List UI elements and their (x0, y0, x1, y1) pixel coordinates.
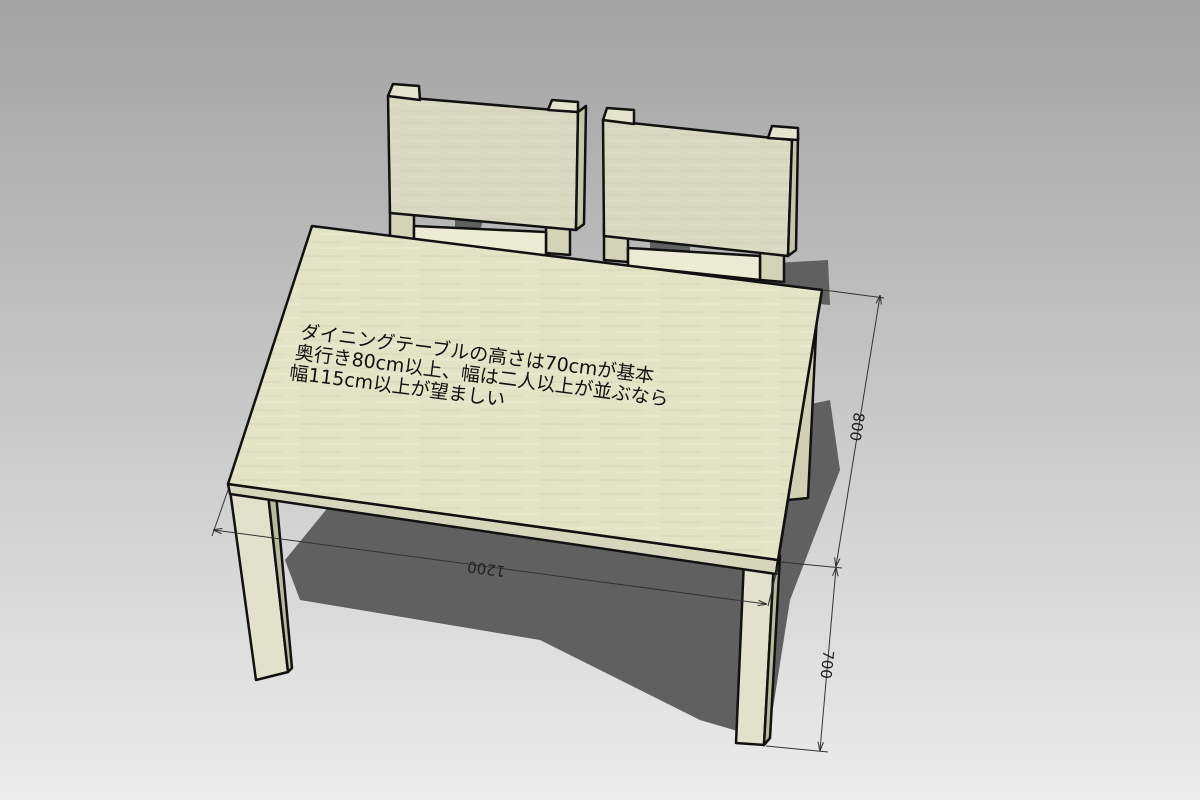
chair-right (601, 106, 800, 284)
chair-left-post-left (386, 82, 422, 102)
table-and-chairs-diagram: ダイニングテーブルの高さは70cmが基本 奥行き80cm以上、幅は二人以上が並ぶ… (0, 0, 1200, 800)
chair-left-back-side (574, 104, 588, 232)
chair-right-post-left (601, 106, 636, 126)
chair-left-post-right (546, 98, 580, 114)
chair-left-back (386, 94, 580, 232)
chair-right-post-right (766, 124, 800, 142)
dimension-height-label: 700 (817, 649, 838, 679)
chair-right-back (601, 118, 794, 258)
chair-left (386, 82, 588, 258)
